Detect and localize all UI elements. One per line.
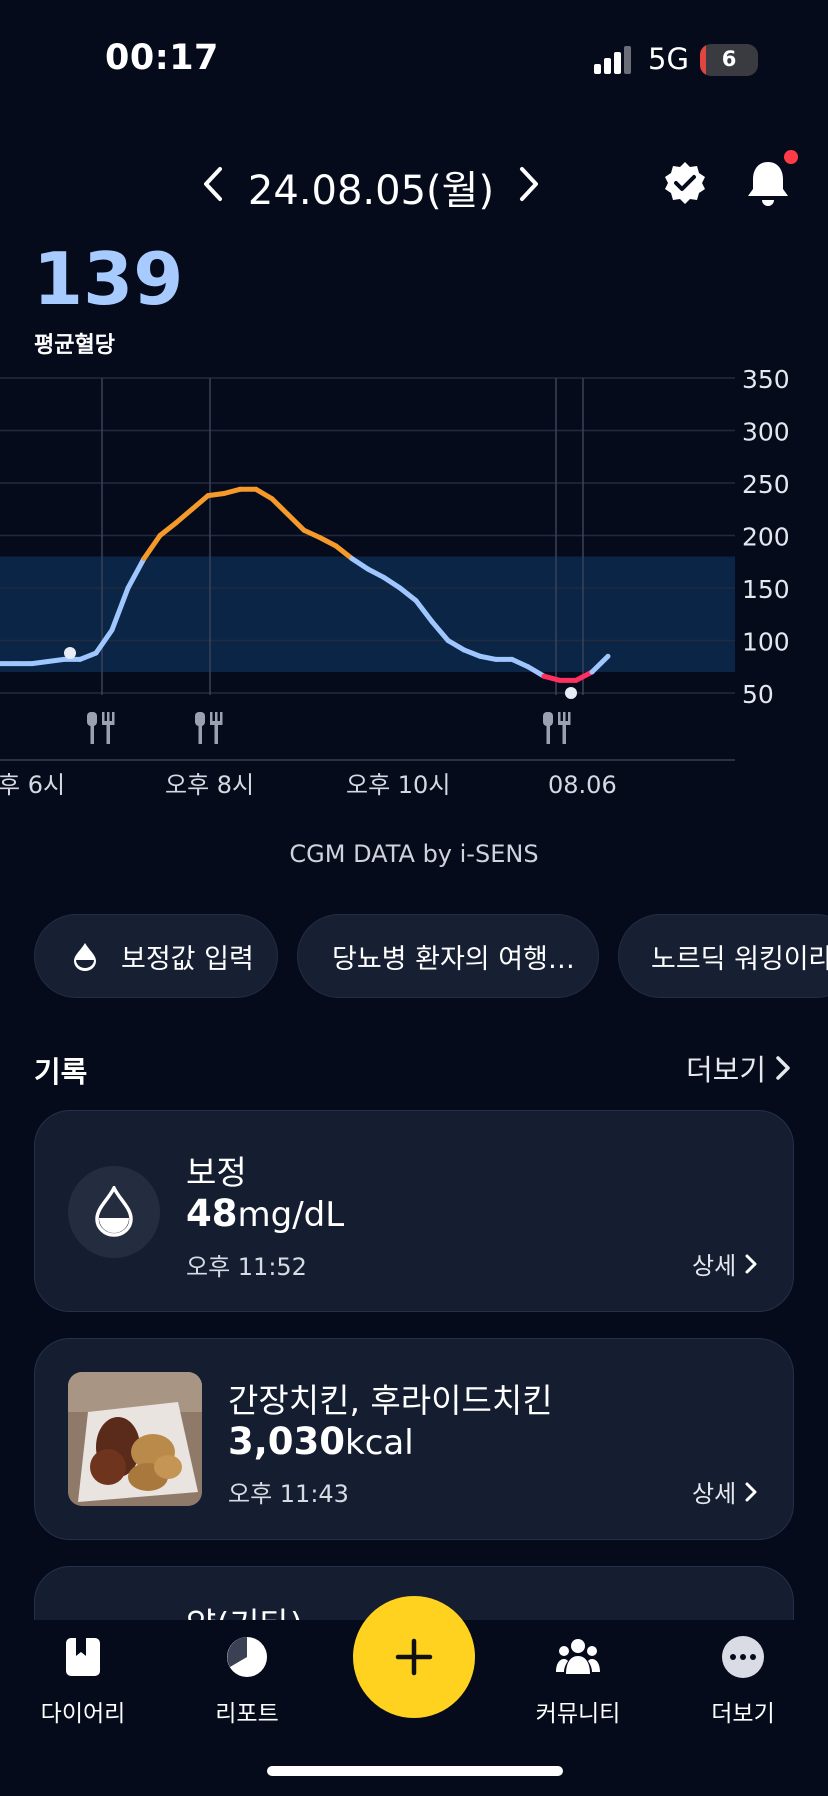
- glucose-line-segment: [285, 512, 307, 533]
- calibration-icon-wrap: [68, 1166, 160, 1258]
- chip-article-nordic-walking[interactable]: 노르딕 워킹이라고: [618, 914, 828, 998]
- status-time: 00:17: [105, 38, 219, 78]
- more-label: 더보기: [686, 1053, 767, 1087]
- glucose-chart[interactable]: 350 300 250 200 150 100 50 후 6시 오후 8시 오후 10시 08.06: [0, 360, 828, 800]
- network-label: 5G: [648, 42, 689, 76]
- chip-calibration-input[interactable]: 보정값 입력: [34, 914, 278, 998]
- x-tick-label: 후 6시: [0, 771, 65, 799]
- calibration-point: [64, 647, 76, 659]
- more-icon: [722, 1636, 764, 1678]
- community-icon: [556, 1639, 600, 1674]
- add-record-button[interactable]: [353, 1596, 475, 1718]
- chevron-right-icon: [745, 1254, 757, 1273]
- bell-icon[interactable]: [744, 158, 792, 208]
- chip-label: 당뇨병 환자의 여행…: [332, 943, 575, 975]
- record-time: 오후 11:52: [186, 1253, 307, 1281]
- record-time: 오후 11:43: [228, 1480, 349, 1508]
- chevron-right-icon: [745, 1482, 757, 1501]
- records-more-link[interactable]: 더보기: [686, 1047, 792, 1089]
- average-glucose-value: 139: [33, 237, 184, 321]
- calibration-point: [565, 687, 577, 699]
- battery-icon: 6: [700, 44, 758, 76]
- record-detail-link[interactable]: 상세: [692, 1246, 758, 1281]
- glucose-line-segment: [573, 669, 595, 683]
- battery-level: 6: [721, 47, 737, 71]
- drop-icon: [74, 943, 96, 971]
- nav-label: 더보기: [711, 1701, 775, 1727]
- record-value: 48mg/dL: [186, 1192, 345, 1235]
- record-detail-link[interactable]: 상세: [692, 1474, 758, 1509]
- meal-icon[interactable]: [87, 712, 115, 744]
- nav-community[interactable]: 커뮤니티: [513, 1634, 643, 1728]
- y-tick-label: 50: [742, 680, 774, 709]
- record-title: 간장치킨, 후라이드치킨: [228, 1381, 553, 1420]
- drop-icon: [95, 1186, 133, 1237]
- y-tick-label: 250: [742, 470, 790, 499]
- y-tick-label: 200: [742, 523, 790, 552]
- average-glucose-label: 평균혈당: [34, 333, 115, 358]
- plus-icon: [395, 1638, 433, 1676]
- glucose-line-segment: [141, 533, 163, 562]
- glucose-line-segment: [173, 506, 195, 526]
- diary-icon: [66, 1638, 100, 1676]
- notification-dot: [784, 150, 798, 164]
- y-tick-label: 350: [742, 365, 790, 394]
- chip-label: 보정값 입력: [121, 943, 254, 975]
- glucose-line-segment: [317, 535, 339, 549]
- glucose-line-segment: [253, 486, 275, 502]
- record-title: 보정: [186, 1153, 247, 1192]
- chevron-right-icon[interactable]: [510, 163, 546, 205]
- nav-report[interactable]: 리포트: [182, 1634, 312, 1728]
- chevron-left-icon[interactable]: [196, 163, 232, 205]
- record-value: 3,030kcal: [228, 1420, 414, 1463]
- chip-label: 노르딕 워킹이라고: [651, 943, 828, 975]
- verified-badge-icon[interactable]: [662, 160, 708, 206]
- nav-more[interactable]: 더보기: [678, 1634, 808, 1728]
- meal-photo: [68, 1372, 202, 1506]
- nav-label: 다이어리: [40, 1701, 126, 1727]
- x-tick-label: 08.06: [548, 771, 617, 799]
- meal-icon[interactable]: [195, 712, 223, 744]
- nav-label: 커뮤니티: [535, 1701, 621, 1727]
- target-range-band: [0, 556, 735, 672]
- nav-diary[interactable]: 다이어리: [18, 1634, 148, 1728]
- glucose-line-segment: [157, 520, 179, 538]
- x-tick-label: 오후 10시: [346, 771, 450, 799]
- signal-icon: [594, 46, 631, 74]
- chevron-right-icon: [776, 1056, 790, 1080]
- x-tick-label: 오후 8시: [165, 771, 254, 799]
- date-label[interactable]: 24.08.05(월): [246, 158, 496, 216]
- pie-chart-icon: [227, 1637, 267, 1677]
- glucose-line-segment: [189, 493, 211, 512]
- glucose-line-segment: [301, 527, 323, 541]
- records-title: 기록: [34, 1055, 88, 1089]
- meal-icon[interactable]: [543, 712, 571, 744]
- y-tick-label: 300: [742, 418, 790, 447]
- glucose-line-segment: [269, 496, 291, 517]
- y-tick-label: 100: [742, 628, 790, 657]
- nav-label: 리포트: [215, 1701, 279, 1727]
- cgm-credit: CGM DATA by i-SENS: [289, 840, 539, 868]
- chip-article-travel[interactable]: 당뇨병 환자의 여행…: [297, 914, 599, 998]
- y-tick-label: 150: [742, 575, 790, 604]
- home-indicator: [267, 1766, 563, 1776]
